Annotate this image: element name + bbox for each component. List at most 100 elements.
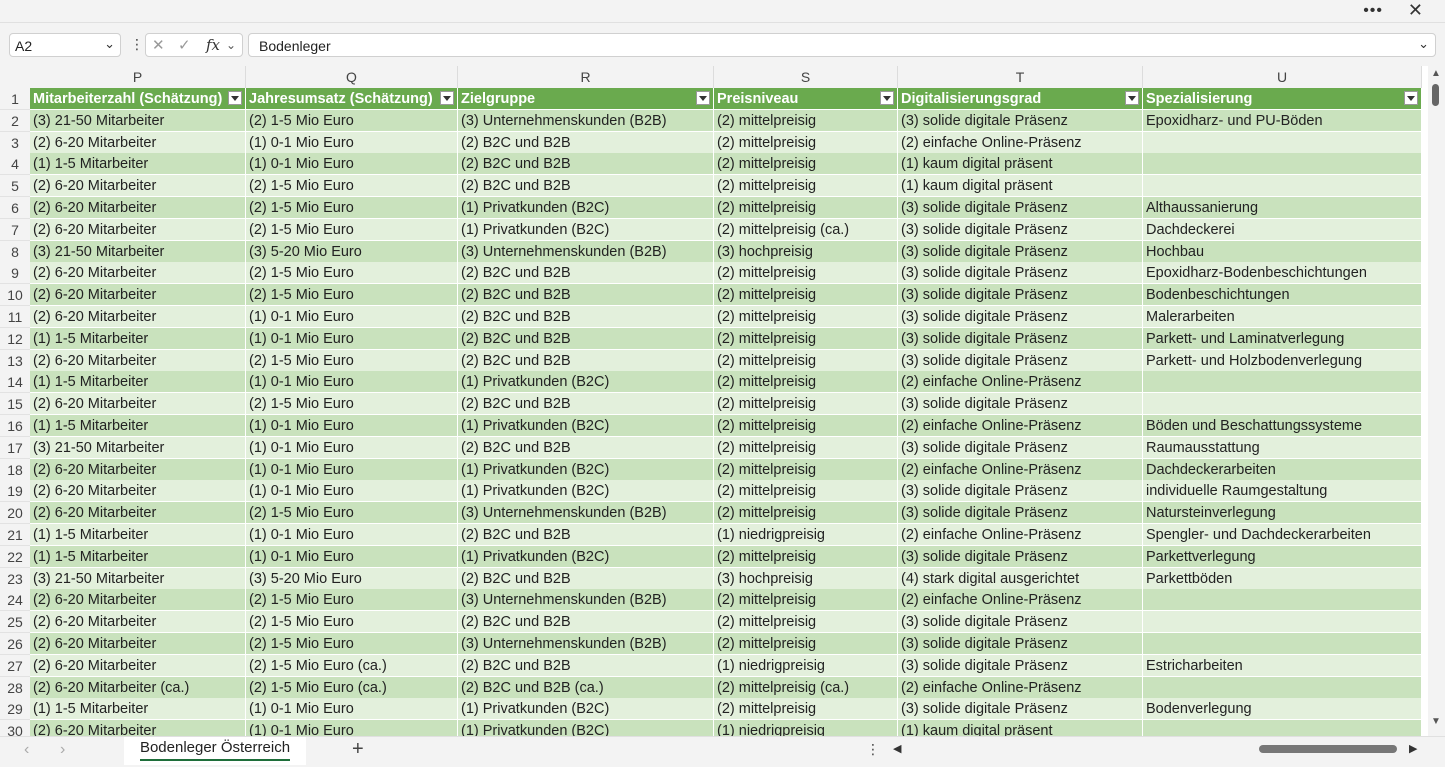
table-cell[interactable]: (3) solide digitale Präsenz — [898, 436, 1143, 459]
table-cell[interactable]: Spengler- und Dachdeckerarbeiten — [1143, 524, 1422, 546]
table-cell[interactable]: (3) solide digitale Präsenz — [898, 197, 1143, 219]
table-cell[interactable]: (1) Privatkunden (B2C) — [458, 197, 714, 219]
column-header-r[interactable]: R — [458, 66, 714, 88]
close-icon[interactable]: ✕ — [1408, 0, 1423, 21]
table-cell[interactable]: (1) 0-1 Mio Euro — [246, 524, 458, 546]
table-cell[interactable]: Bodenverlegung — [1143, 698, 1422, 721]
table-cell[interactable]: (3) solide digitale Präsenz — [898, 633, 1143, 655]
table-cell[interactable]: (2) 1-5 Mio Euro — [246, 197, 458, 219]
enter-icon[interactable]: ✓ — [178, 36, 191, 54]
table-cell[interactable] — [1143, 393, 1422, 416]
table-cell[interactable]: individuelle Raumgestaltung — [1143, 480, 1422, 503]
row-header[interactable]: 1 — [0, 88, 30, 110]
table-cell[interactable]: (2) B2C und B2B — [458, 654, 714, 677]
sheet-tab-active[interactable]: Bodenleger Österreich — [124, 737, 306, 765]
table-cell[interactable]: (1) 1-5 Mitarbeiter — [30, 545, 246, 568]
table-cell[interactable]: (2) mittelpreisig — [714, 589, 898, 612]
expand-formula-icon[interactable]: ⌄ — [1418, 36, 1429, 52]
row-header[interactable]: 23 — [0, 567, 30, 590]
table-cell[interactable]: (2) B2C und B2B — [458, 349, 714, 372]
table-cell[interactable]: (1) 0-1 Mio Euro — [246, 436, 458, 459]
table-cell[interactable]: (3) 5-20 Mio Euro — [246, 240, 458, 263]
table-cell[interactable]: (2) 1-5 Mio Euro — [246, 218, 458, 241]
table-cell[interactable]: (1) 1-5 Mitarbeiter — [30, 524, 246, 546]
table-cell[interactable]: (2) B2C und B2B — [458, 567, 714, 590]
table-cell[interactable]: (1) 0-1 Mio Euro — [246, 371, 458, 394]
table-cell[interactable]: (2) 6-20 Mitarbeiter — [30, 611, 246, 634]
table-cell[interactable]: (4) stark digital ausgerichtet — [898, 567, 1143, 590]
table-cell[interactable]: Parkettverlegung — [1143, 545, 1422, 568]
table-cell[interactable]: (2) mittelpreisig — [714, 153, 898, 176]
filter-dropdown-icon[interactable] — [880, 91, 894, 105]
table-cell[interactable]: Epoxidharz- und PU-Böden — [1143, 109, 1422, 132]
row-header[interactable]: 12 — [0, 327, 30, 350]
row-header[interactable]: 3 — [0, 131, 30, 154]
row-header[interactable]: 19 — [0, 480, 30, 503]
table-cell[interactable]: (2) 1-5 Mio Euro (ca.) — [246, 654, 458, 677]
table-cell[interactable]: (3) solide digitale Präsenz — [898, 240, 1143, 263]
table-cell[interactable]: (2) 1-5 Mio Euro — [246, 284, 458, 307]
table-cell[interactable]: (3) Unternehmenskunden (B2B) — [458, 502, 714, 525]
table-cell[interactable]: (2) 6-20 Mitarbeiter — [30, 306, 246, 328]
table-cell[interactable]: (1) 0-1 Mio Euro — [246, 131, 458, 154]
table-cell[interactable]: (1) 0-1 Mio Euro — [246, 458, 458, 481]
table-cell[interactable]: (2) 1-5 Mio Euro — [246, 109, 458, 132]
table-cell[interactable]: (3) hochpreisig — [714, 567, 898, 590]
table-cell[interactable]: (1) Privatkunden (B2C) — [458, 480, 714, 503]
table-cell[interactable]: (1) niedrigpreisig — [714, 654, 898, 677]
table-cell[interactable]: (2) 6-20 Mitarbeiter — [30, 284, 246, 307]
table-cell[interactable]: Dachdeckerei — [1143, 218, 1422, 241]
scroll-right-icon[interactable]: ▶ — [1409, 742, 1417, 755]
table-cell[interactable]: (2) 6-20 Mitarbeiter (ca.) — [30, 676, 246, 699]
table-cell[interactable]: (2) 6-20 Mitarbeiter — [30, 197, 246, 219]
table-cell[interactable]: (2) 6-20 Mitarbeiter — [30, 502, 246, 525]
table-cell[interactable]: (2) mittelpreisig (ca.) — [714, 218, 898, 241]
table-cell[interactable]: (2) 6-20 Mitarbeiter — [30, 720, 246, 736]
vertical-scrollbar[interactable]: ▲ ▼ — [1428, 66, 1445, 736]
table-cell[interactable]: (2) mittelpreisig — [714, 458, 898, 481]
scroll-down-icon[interactable]: ▼ — [1431, 716, 1441, 727]
filter-dropdown-icon[interactable] — [1404, 91, 1418, 105]
table-cell[interactable]: (3) hochpreisig — [714, 240, 898, 263]
table-cell[interactable]: (3) Unternehmenskunden (B2B) — [458, 633, 714, 655]
table-cell[interactable]: (1) kaum digital präsent — [898, 720, 1143, 736]
table-cell[interactable]: (1) 1-5 Mitarbeiter — [30, 698, 246, 721]
table-cell[interactable]: Raumausstattung — [1143, 436, 1422, 459]
formula-input[interactable]: Bodenleger ⌄ — [248, 33, 1436, 57]
more-options-icon[interactable]: ••• — [1363, 2, 1383, 20]
table-cell[interactable] — [1143, 131, 1422, 154]
row-header[interactable]: 18 — [0, 458, 30, 481]
table-cell[interactable]: (3) 21-50 Mitarbeiter — [30, 109, 246, 132]
table-cell[interactable]: (1) 0-1 Mio Euro — [246, 545, 458, 568]
table-cell[interactable]: (2) mittelpreisig — [714, 480, 898, 503]
row-header[interactable]: 13 — [0, 349, 30, 372]
table-cell[interactable]: (2) mittelpreisig — [714, 633, 898, 655]
row-header[interactable]: 26 — [0, 633, 30, 655]
table-cell[interactable] — [1143, 633, 1422, 655]
table-header-cell[interactable]: Zielgruppe — [458, 88, 714, 110]
table-cell[interactable]: (1) Privatkunden (B2C) — [458, 415, 714, 437]
table-cell[interactable]: (1) 1-5 Mitarbeiter — [30, 327, 246, 350]
table-cell[interactable]: (1) niedrigpreisig — [714, 524, 898, 546]
table-cell[interactable]: (3) 21-50 Mitarbeiter — [30, 240, 246, 263]
table-cell[interactable]: (1) 0-1 Mio Euro — [246, 415, 458, 437]
table-cell[interactable]: (2) 6-20 Mitarbeiter — [30, 393, 246, 416]
table-cell[interactable]: Parkett- und Laminatverlegung — [1143, 327, 1422, 350]
table-cell[interactable]: (1) 0-1 Mio Euro — [246, 720, 458, 736]
insert-function-icon[interactable]: fx — [206, 36, 220, 54]
table-cell[interactable]: (1) Privatkunden (B2C) — [458, 698, 714, 721]
table-cell[interactable]: (2) 1-5 Mio Euro — [246, 262, 458, 285]
table-cell[interactable] — [1143, 611, 1422, 634]
table-cell[interactable]: (2) B2C und B2B — [458, 153, 714, 176]
table-cell[interactable]: (3) solide digitale Präsenz — [898, 545, 1143, 568]
table-cell[interactable]: (1) kaum digital präsent — [898, 175, 1143, 198]
table-cell[interactable]: (2) 6-20 Mitarbeiter — [30, 349, 246, 372]
filter-dropdown-icon[interactable] — [1125, 91, 1139, 105]
table-cell[interactable]: Malerarbeiten — [1143, 306, 1422, 328]
column-header-t[interactable]: T — [898, 66, 1143, 88]
select-all-corner[interactable] — [0, 66, 30, 88]
table-cell[interactable]: (2) einfache Online-Präsenz — [898, 458, 1143, 481]
row-header[interactable]: 11 — [0, 306, 30, 328]
table-cell[interactable] — [1143, 371, 1422, 394]
table-cell[interactable]: (2) mittelpreisig — [714, 262, 898, 285]
